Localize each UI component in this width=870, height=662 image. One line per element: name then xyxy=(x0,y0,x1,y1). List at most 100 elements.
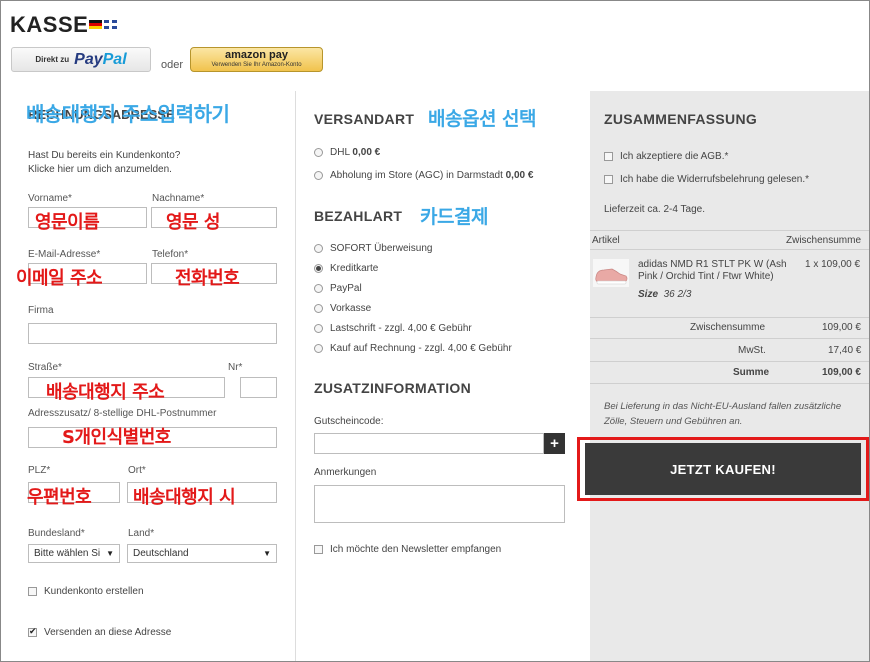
buy-now-button[interactable]: JETZT KAUFEN! xyxy=(585,443,861,495)
house-number-field[interactable] xyxy=(240,377,277,398)
shipping-store-price: 0,00 € xyxy=(505,170,534,181)
login-link[interactable]: Klicke hier um dich anzumelden. xyxy=(28,164,172,175)
payment-option-direct-debit[interactable]: Lastschrift - zzgl. 4,00 € Gebühr xyxy=(314,323,512,334)
city-label: Ort* xyxy=(128,465,146,476)
amazon-pay-subtitle: Verwenden Sie Ihr Amazon-Konto xyxy=(211,62,302,68)
payment-invoice-label: Kauf auf Rechnung - zzgl. 4,00 € Gebühr xyxy=(330,343,512,354)
create-account-label: Kundenkonto erstellen xyxy=(44,586,144,597)
summary-title: ZUSAMMENFASSUNG xyxy=(604,111,758,127)
paypal-express-button[interactable]: Direkt zu PayPal xyxy=(11,47,151,72)
paypal-logo: PayPal xyxy=(74,50,127,68)
state-select[interactable]: Bitte wählen Si ▼ xyxy=(28,544,120,563)
street-label: Straße* xyxy=(28,362,62,373)
payment-invoice-radio[interactable] xyxy=(314,344,323,353)
withdrawal-checkbox[interactable] xyxy=(604,175,613,184)
state-label: Bundesland* xyxy=(28,528,85,539)
product-name[interactable]: adidas NMD R1 STLT PK W (Ash Pink / Orch… xyxy=(638,259,795,283)
delivery-time: Lieferzeit ca. 2-4 Tage. xyxy=(604,204,705,215)
agb-option[interactable]: Ich akzeptiere die AGB.* xyxy=(604,151,728,162)
withdrawal-option[interactable]: Ich habe die Widerrufsbelehrung gelesen.… xyxy=(604,174,809,185)
annotation-city: 배송대행지 시 xyxy=(133,487,236,508)
amazon-pay-logo: amazon pay xyxy=(225,49,288,61)
summary-divider xyxy=(590,317,869,318)
create-account-checkbox[interactable] xyxy=(28,587,37,596)
amazon-pay-button[interactable]: amazon pay Verwenden Sie Ihr Amazon-Kont… xyxy=(190,47,323,72)
flag-de-icon[interactable] xyxy=(89,20,102,29)
payment-direct-debit-radio[interactable] xyxy=(314,324,323,333)
product-size-value: 36 2/3 xyxy=(663,289,692,300)
state-select-value: Bitte wählen Si xyxy=(34,548,101,559)
payment-direct-debit-label: Lastschrift - zzgl. 4,00 € Gebühr xyxy=(330,323,472,334)
payment-option-prepayment[interactable]: Vorkasse xyxy=(314,303,512,314)
payment-options: SOFORT Überweisung Kreditkarte PayPal Vo… xyxy=(314,243,512,354)
coupon-label: Gutscheincode: xyxy=(314,416,384,427)
shipping-dhl-label: DHL xyxy=(330,147,350,158)
summary-divider xyxy=(590,383,869,384)
shipping-method-title: VERSANDART xyxy=(314,111,415,127)
company-field[interactable] xyxy=(28,323,277,344)
ship-here-checkbox[interactable] xyxy=(28,626,37,637)
payment-method-title: BEZAHLART xyxy=(314,208,403,224)
shipping-dhl-radio[interactable] xyxy=(314,148,323,157)
paypal-small-label: Direkt zu xyxy=(35,55,70,64)
flag-gb-icon[interactable] xyxy=(104,20,117,29)
notes-textarea[interactable] xyxy=(314,485,565,523)
additional-info-title: ZUSATZINFORMATION xyxy=(314,380,472,396)
ship-here-option[interactable]: Versenden an diese Adresse xyxy=(28,626,172,638)
shipping-store-label: Abholung im Store (AGC) in Darmstadt xyxy=(330,170,503,181)
annotation-street: 배송대행지 주소 xyxy=(46,382,165,403)
payment-paypal-radio[interactable] xyxy=(314,284,323,293)
country-select-value: Deutschland xyxy=(133,548,189,559)
country-label: Land* xyxy=(128,528,155,539)
subtotal-label: Zwischensumme xyxy=(690,322,766,333)
agb-checkbox[interactable] xyxy=(604,152,613,161)
payment-option-invoice[interactable]: Kauf auf Rechnung - zzgl. 4,00 € Gebühr xyxy=(314,343,512,354)
newsletter-label: Ich möchte den Newsletter empfangen xyxy=(330,544,502,555)
add-coupon-button[interactable]: + xyxy=(544,433,565,454)
country-select[interactable]: Deutschland ▼ xyxy=(127,544,277,563)
tax-value: 17,40 € xyxy=(828,345,862,356)
or-label: oder xyxy=(161,59,184,71)
chevron-down-icon: ▼ xyxy=(263,549,271,558)
page-title: KASSE xyxy=(10,12,89,37)
lastname-label: Nachname* xyxy=(152,193,205,204)
shipping-option-store[interactable]: Abholung im Store (AGC) in Darmstadt 0,0… xyxy=(314,170,533,181)
language-flags xyxy=(89,20,117,29)
payment-prepayment-label: Vorkasse xyxy=(330,303,372,314)
payment-creditcard-radio[interactable] xyxy=(314,264,323,273)
payment-sofort-radio[interactable] xyxy=(314,244,323,253)
product-size-label: Size xyxy=(638,289,659,300)
product-thumbnail[interactable] xyxy=(593,259,629,287)
buy-button-highlight: JETZT KAUFEN! xyxy=(577,437,869,501)
chevron-down-icon: ▼ xyxy=(106,549,114,558)
total-value: 109,00 € xyxy=(822,367,861,378)
annotation-zip: 우편번호 xyxy=(27,487,92,508)
withdrawal-label: Ich habe die Widerrufsbelehrung gelesen.… xyxy=(620,174,810,185)
subtotal-column-header: Zwischensumme xyxy=(786,235,862,246)
create-account-option[interactable]: Kundenkonto erstellen xyxy=(28,586,144,597)
notes-label: Anmerkungen xyxy=(314,467,377,478)
address-extra-label: Adresszusatz/ 8-stellige DHL-Postnummer xyxy=(28,408,217,419)
coupon-field[interactable] xyxy=(314,433,544,454)
tax-label: MwSt. xyxy=(738,345,766,356)
ship-here-label: Versenden an diese Adresse xyxy=(44,627,172,638)
shipping-option-dhl[interactable]: DHL 0,00 € xyxy=(314,147,380,158)
payment-option-paypal[interactable]: PayPal xyxy=(314,283,512,294)
summary-divider xyxy=(590,338,869,339)
payment-prepayment-radio[interactable] xyxy=(314,304,323,313)
annotation-address-input: 배송대행지 주소입력하기 xyxy=(26,102,230,126)
firstname-label: Vorname* xyxy=(28,193,72,204)
column-divider xyxy=(295,91,296,661)
annotation-phone: 전화번호 xyxy=(175,268,240,289)
sneaker-icon xyxy=(595,268,628,285)
annotation-email: 이메일 주소 xyxy=(16,268,103,289)
payment-option-creditcard[interactable]: Kreditkarte xyxy=(314,263,512,274)
subtotal-value: 109,00 € xyxy=(822,322,861,333)
annotation-lastname: 영문 성 xyxy=(166,212,220,233)
article-column-header: Artikel xyxy=(592,235,620,246)
payment-option-sofort[interactable]: SOFORT Überweisung xyxy=(314,243,512,254)
newsletter-checkbox[interactable] xyxy=(314,545,323,554)
payment-paypal-label: PayPal xyxy=(330,283,362,294)
newsletter-option[interactable]: Ich möchte den Newsletter empfangen xyxy=(314,544,501,555)
shipping-store-radio[interactable] xyxy=(314,171,323,180)
